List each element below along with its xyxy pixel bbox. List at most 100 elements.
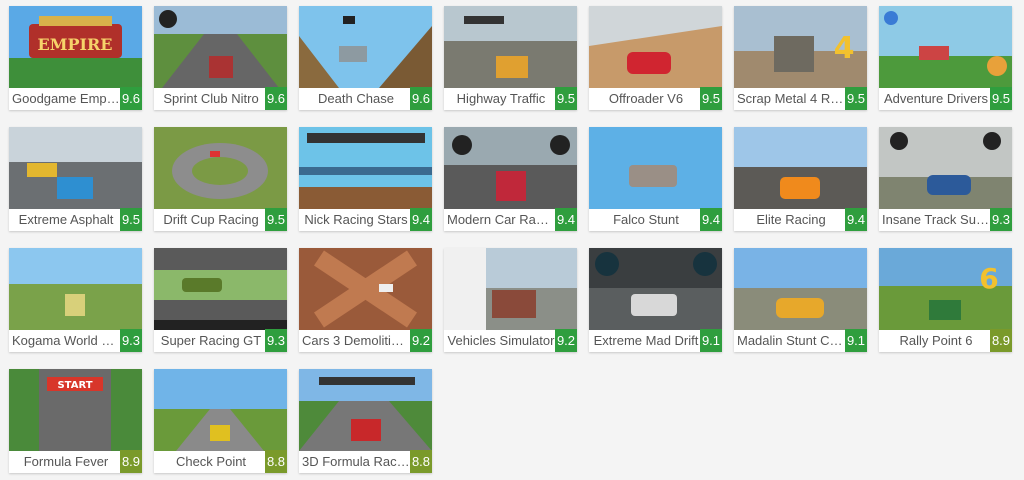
game-title[interactable]: Falco Stunt (592, 209, 700, 231)
game-title[interactable]: Adventure Drivers (882, 88, 990, 110)
game-title[interactable]: Extreme Asphalt (12, 209, 120, 231)
game-title[interactable]: Rally Point 6 (882, 330, 990, 352)
game-title[interactable]: Formula Fever (12, 451, 120, 473)
game-caption: Kogama World Racing9.3 (9, 329, 142, 352)
game-card[interactable]: Sprint Club Nitro 9.6 (154, 6, 287, 110)
game-title[interactable]: Madalin Stunt Cars (737, 330, 845, 352)
game-card[interactable]: 6 Rally Point 6 8.9 (879, 248, 1012, 352)
game-thumbnail[interactable] (154, 369, 287, 451)
game-title[interactable]: Goodgame Empire (12, 88, 120, 110)
game-thumbnail[interactable] (299, 6, 432, 88)
game-caption: Highway Traffic 9.5 (444, 87, 577, 110)
game-card[interactable]: Highway Traffic 9.5 (444, 6, 577, 110)
game-title[interactable]: Highway Traffic (447, 88, 555, 110)
game-title[interactable]: Offroader V6 (592, 88, 700, 110)
game-card[interactable]: EMPIRE Goodgame Empire 9.6 (9, 6, 142, 110)
game-title[interactable]: Cars 3 Demolition Derby (302, 330, 410, 352)
game-caption: Nick Racing Stars 9.4 (299, 208, 432, 231)
game-card[interactable]: Falco Stunt 9.4 (589, 127, 722, 231)
game-caption: Drift Cup Racing 9.5 (154, 208, 287, 231)
game-thumbnail[interactable] (299, 248, 432, 330)
game-thumbnail[interactable]: START (9, 369, 142, 451)
game-thumbnail[interactable] (444, 127, 577, 209)
game-card[interactable]: Extreme Asphalt 9.5 (9, 127, 142, 231)
game-title[interactable]: Scrap Metal 4 Rampage (737, 88, 845, 110)
game-card[interactable]: Madalin Stunt Cars 9.1 (734, 248, 867, 352)
game-card[interactable]: Death Chase 9.6 (299, 6, 432, 110)
game-title[interactable]: Check Point (157, 451, 265, 473)
game-title[interactable]: Drift Cup Racing (157, 209, 265, 231)
game-title[interactable]: Nick Racing Stars (302, 209, 410, 231)
game-card[interactable]: Modern Car Racing 9.4 (444, 127, 577, 231)
game-thumbnail[interactable] (879, 6, 1012, 88)
game-card[interactable]: Super Racing GT 9.3 (154, 248, 287, 352)
game-title[interactable]: Death Chase (302, 88, 410, 110)
game-thumbnail[interactable] (879, 127, 1012, 209)
rating-badge: 9.1 (700, 329, 722, 352)
game-caption: Madalin Stunt Cars 9.1 (734, 329, 867, 352)
game-title[interactable]: Sprint Club Nitro (157, 88, 265, 110)
game-card[interactable]: Insane Track Supercars9.3 (879, 127, 1012, 231)
svg-text:6: 6 (979, 262, 998, 295)
game-thumbnail[interactable]: 4 (734, 6, 867, 88)
game-caption: Adventure Drivers 9.5 (879, 87, 1012, 110)
game-card[interactable]: Cars 3 Demolition Derby9.2 (299, 248, 432, 352)
game-thumbnail[interactable] (734, 248, 867, 330)
game-card[interactable]: 4 Scrap Metal 4 Rampage9.5 (734, 6, 867, 110)
game-title[interactable]: Kogama World Racing (12, 330, 120, 352)
rating-badge: 9.6 (410, 87, 432, 110)
game-thumbnail[interactable] (154, 127, 287, 209)
game-title[interactable]: Modern Car Racing (447, 209, 555, 231)
game-card[interactable]: Check Point 8.8 (154, 369, 287, 473)
rating-badge: 9.4 (555, 208, 577, 231)
rating-badge: 9.2 (410, 329, 432, 352)
svg-text:4: 4 (834, 31, 855, 66)
rating-badge: 9.3 (120, 329, 142, 352)
game-card[interactable]: 3D Formula Racing 8.8 (299, 369, 432, 473)
rating-badge: 9.5 (120, 208, 142, 231)
game-thumbnail[interactable] (299, 369, 432, 451)
game-title[interactable]: Super Racing GT (157, 330, 265, 352)
rating-badge: 9.4 (845, 208, 867, 231)
game-thumbnail[interactable] (154, 248, 287, 330)
rating-badge: 9.6 (120, 87, 142, 110)
game-card[interactable]: Nick Racing Stars 9.4 (299, 127, 432, 231)
game-caption: Scrap Metal 4 Rampage9.5 (734, 87, 867, 110)
game-thumbnail[interactable]: EMPIRE (9, 6, 142, 88)
game-thumbnail[interactable]: 6 (879, 248, 1012, 330)
game-caption: Super Racing GT 9.3 (154, 329, 287, 352)
game-thumbnail[interactable] (9, 248, 142, 330)
game-grid: EMPIRE Goodgame Empire 9.6 Sprint Club Nitr… (0, 0, 1024, 480)
game-title[interactable]: Insane Track Supercars (882, 209, 990, 231)
game-title[interactable]: 3D Formula Racing (302, 451, 410, 473)
rating-badge: 9.3 (990, 208, 1012, 231)
game-title[interactable]: Elite Racing (737, 209, 845, 231)
game-caption: Goodgame Empire 9.6 (9, 87, 142, 110)
game-thumbnail[interactable] (589, 6, 722, 88)
game-card[interactable]: Drift Cup Racing 9.5 (154, 127, 287, 231)
game-thumbnail[interactable] (444, 6, 577, 88)
game-thumbnail[interactable] (9, 127, 142, 209)
game-card[interactable]: Vehicles Simulator 9.2 (444, 248, 577, 352)
game-card[interactable]: Adventure Drivers 9.5 (879, 6, 1012, 110)
game-thumbnail[interactable] (589, 248, 722, 330)
game-thumbnail[interactable] (734, 127, 867, 209)
game-caption: Elite Racing 9.4 (734, 208, 867, 231)
game-thumbnail[interactable] (444, 248, 577, 330)
game-card[interactable]: Extreme Mad Drift 9.1 (589, 248, 722, 352)
game-caption: Extreme Mad Drift 9.1 (589, 329, 722, 352)
game-title[interactable]: Vehicles Simulator (447, 330, 555, 352)
game-caption: Extreme Asphalt 9.5 (9, 208, 142, 231)
game-title[interactable]: Extreme Mad Drift (592, 330, 700, 352)
game-thumbnail[interactable] (299, 127, 432, 209)
game-caption: 3D Formula Racing 8.8 (299, 450, 432, 473)
game-caption: Formula Fever 8.9 (9, 450, 142, 473)
rating-badge: 9.4 (700, 208, 722, 231)
game-card[interactable]: Elite Racing 9.4 (734, 127, 867, 231)
game-thumbnail[interactable] (589, 127, 722, 209)
game-caption: Rally Point 6 8.9 (879, 329, 1012, 352)
game-thumbnail[interactable] (154, 6, 287, 88)
game-card[interactable]: Offroader V6 9.5 (589, 6, 722, 110)
game-card[interactable]: START Formula Fever 8.9 (9, 369, 142, 473)
game-card[interactable]: Kogama World Racing9.3 (9, 248, 142, 352)
